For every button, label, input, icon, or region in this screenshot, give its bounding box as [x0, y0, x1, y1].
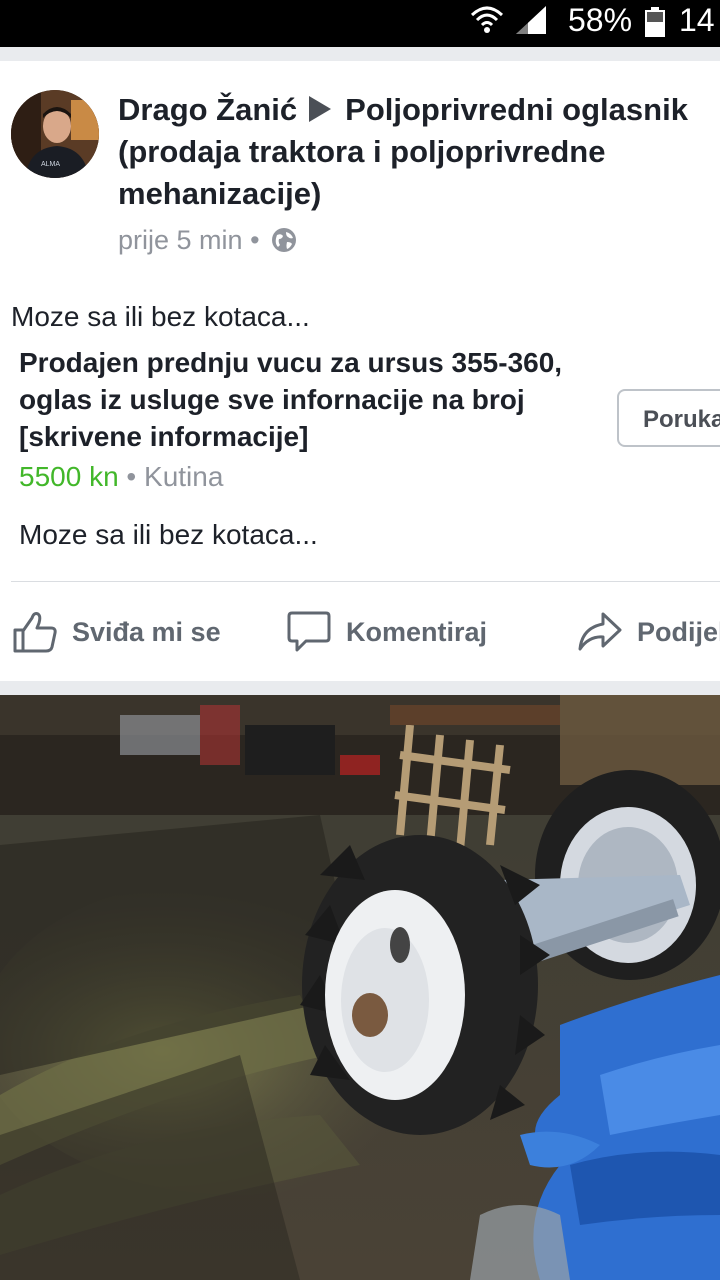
author-name[interactable]: Drago Žanić: [118, 92, 297, 127]
post-card: ALMA Drago Žanić Poljoprivredni oglasnik …: [0, 61, 720, 681]
avatar[interactable]: ALMA: [11, 90, 99, 178]
thumbs-up-icon: [13, 612, 57, 653]
listing-location: Kutina: [144, 461, 224, 492]
post-meta: prije 5 min •: [118, 225, 297, 256]
message-button[interactable]: Poruka: [617, 389, 720, 447]
listing-price-line: 5500 kn • Kutina: [19, 461, 223, 493]
comment-button[interactable]: Komentiraj: [286, 607, 487, 657]
listing-photo[interactable]: [0, 695, 720, 1280]
share-label: Podijeli: [637, 616, 720, 647]
listing-description: Moze sa ili bez kotaca...: [19, 519, 318, 550]
listing-title[interactable]: Prodajen prednju vucu za ursus 355-360, …: [19, 344, 599, 455]
clock: 14: [679, 2, 715, 38]
battery-percent: 58%: [568, 2, 633, 38]
like-button[interactable]: Sviđa mi se: [12, 607, 221, 657]
signal-icon: [516, 6, 546, 34]
post-header: Drago Žanić Poljoprivredni oglasnik (prod…: [118, 89, 720, 215]
share-icon: [578, 612, 622, 651]
battery-icon: [645, 7, 665, 37]
comment-icon: [287, 611, 331, 652]
status-bar: 58% 14: [0, 0, 720, 47]
post-timestamp[interactable]: prije 5 min: [118, 225, 243, 255]
play-arrow-icon: [309, 96, 332, 122]
price-separator: •: [126, 461, 137, 492]
post-text: Moze sa ili bez kotaca...: [11, 301, 310, 332]
meta-separator: •: [250, 225, 260, 255]
comment-label: Komentiraj: [346, 616, 488, 647]
divider: [11, 581, 720, 582]
like-label: Sviđa mi se: [72, 616, 221, 647]
globe-icon: [272, 228, 297, 252]
svg-text:ALMA: ALMA: [41, 161, 60, 168]
listing-price: 5500 kn: [19, 461, 119, 492]
share-button[interactable]: Podijeli: [577, 607, 720, 657]
wifi-icon: [470, 6, 504, 33]
